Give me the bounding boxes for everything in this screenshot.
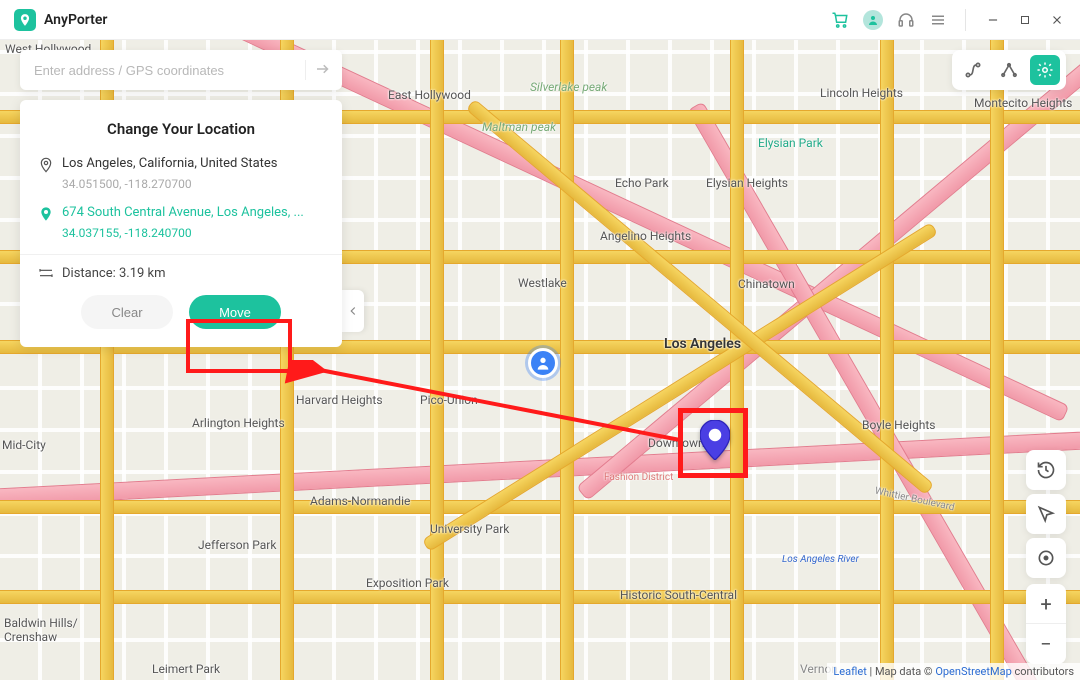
map-label: University Park <box>430 522 509 536</box>
target-coords: 34.037155, -118.240700 <box>62 226 324 240</box>
map-label: Chinatown <box>738 277 795 291</box>
map-label: East Hollywood <box>388 88 471 102</box>
target-location-marker[interactable] <box>700 420 730 460</box>
move-button[interactable]: Move <box>189 295 281 329</box>
location-panel: Change Your Location Los Angeles, Califo… <box>20 100 342 347</box>
search-go-icon[interactable] <box>314 60 334 80</box>
map-label: Leimert Park <box>152 662 220 676</box>
map-label: Montecito Heights <box>974 96 1072 110</box>
mode-settings-icon[interactable] <box>1030 55 1060 85</box>
map-label: Silverlake peak <box>530 80 607 94</box>
recenter-button[interactable] <box>1026 538 1066 578</box>
map-label: Los Angeles <box>664 336 741 352</box>
panel-collapse-button[interactable] <box>342 290 364 332</box>
map-attribution: Leaflet | Map data © OpenStreetMap contr… <box>827 663 1080 680</box>
map-label: Pico-Union <box>420 393 478 407</box>
mode-route-icon[interactable] <box>958 55 988 85</box>
current-location: Los Angeles, California, United States 3… <box>38 156 324 191</box>
distance-text: Distance: 3.19 km <box>62 266 166 281</box>
zoom-out-button[interactable]: − <box>1026 624 1066 664</box>
search-bar <box>20 50 342 90</box>
map-label: Elysian Park <box>758 136 823 150</box>
map-label: Historic South-Central <box>620 588 737 602</box>
map-label: Baldwin Hills/ Crenshaw <box>4 616 78 644</box>
app-name: AnyPorter <box>44 12 107 28</box>
window-minimize-button[interactable] <box>984 11 1002 29</box>
avatar-icon[interactable] <box>863 10 883 30</box>
cart-icon[interactable] <box>831 11 849 29</box>
target-location: 674 South Central Avenue, Los Angeles, .… <box>38 205 324 240</box>
clear-button[interactable]: Clear <box>81 295 173 329</box>
search-input[interactable] <box>34 63 297 78</box>
mode-toolbar <box>952 50 1066 90</box>
map-label: Westlake <box>518 276 567 290</box>
panel-title: Change Your Location <box>38 120 324 138</box>
history-button[interactable] <box>1026 450 1066 490</box>
map-label: Harvard Heights <box>296 393 383 407</box>
zoom-control: + − <box>1026 584 1066 664</box>
zoom-in-button[interactable]: + <box>1026 584 1066 624</box>
map-label: Elysian Heights <box>706 176 788 190</box>
map-label: Los Angeles River <box>782 554 859 565</box>
map-label: Mid-City <box>2 438 46 452</box>
menu-icon[interactable] <box>929 11 947 29</box>
map-label: Exposition Park <box>366 576 449 590</box>
map-label: Boyle Heights <box>862 418 935 432</box>
current-address: Los Angeles, California, United States <box>62 156 278 171</box>
target-address: 674 South Central Avenue, Los Angeles, .… <box>62 205 304 220</box>
map-label: Maltman peak <box>482 120 556 134</box>
pin-outline-icon <box>38 157 54 173</box>
map-label: Lincoln Heights <box>820 86 903 100</box>
current-coords: 34.051500, -118.270700 <box>62 177 324 191</box>
map-label: Jefferson Park <box>198 538 276 552</box>
leaflet-link[interactable]: Leaflet <box>833 665 866 678</box>
window-maximize-button[interactable] <box>1016 11 1034 29</box>
distance-row: Distance: 3.19 km <box>38 265 324 281</box>
distance-icon <box>38 265 54 281</box>
headset-icon[interactable] <box>897 11 915 29</box>
current-location-marker[interactable] <box>528 348 558 378</box>
map-label: Downtown <box>648 436 705 450</box>
map-label: Echo Park <box>615 176 669 190</box>
cursor-button[interactable] <box>1026 494 1066 534</box>
app-logo <box>14 9 36 31</box>
map-label: Arlington Heights <box>192 416 285 430</box>
mode-multipoint-icon[interactable] <box>994 55 1024 85</box>
map-label: Adams-Normandie <box>310 494 410 508</box>
window-close-button[interactable] <box>1048 11 1066 29</box>
map-label: Angelino Heights <box>600 229 691 243</box>
titlebar: AnyPorter <box>0 0 1080 40</box>
map-label: Fashion District <box>604 472 673 483</box>
osm-link[interactable]: OpenStreetMap <box>935 665 1011 678</box>
pin-filled-icon <box>38 206 54 222</box>
